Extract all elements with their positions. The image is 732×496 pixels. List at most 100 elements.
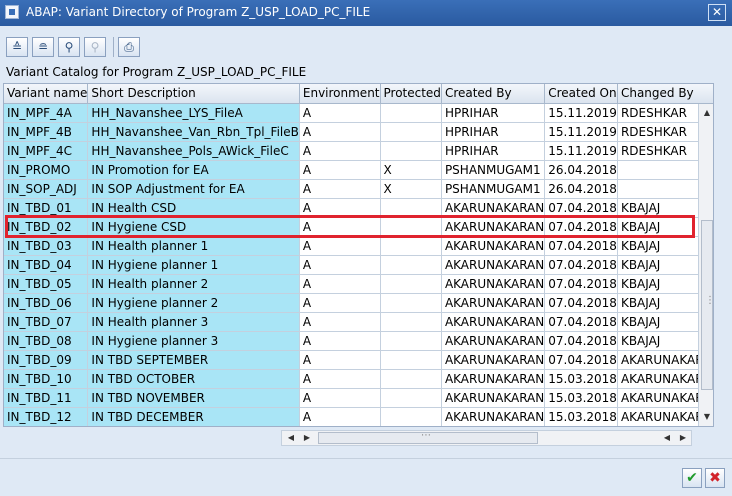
col-header-short-description[interactable]: Short Description	[87, 84, 300, 104]
cell-created-by[interactable]: HPRIHAR	[441, 141, 546, 161]
filter-icon[interactable]: ≘	[32, 37, 54, 57]
cell-created-on[interactable]: 07.04.2018	[544, 312, 618, 332]
table-row[interactable]: IN_TBD_09 IN TBD SEPTEMBER A AKARUNAKARAN 07…	[4, 350, 713, 370]
cell-created-on[interactable]: 15.11.2019	[544, 103, 618, 123]
table-row[interactable]: IN_TBD_03 IN Health planner 1 A AKARUNAKARA…	[4, 236, 713, 256]
table-row[interactable]: IN_MPF_4B HH_Navanshee_Van_Rbn_Tpl_FileB A…	[4, 122, 713, 142]
table-row[interactable]: IN_TBD_08 IN Hygiene planner 3 A AKARUNAKAR…	[4, 331, 713, 351]
cell-short-description[interactable]: IN Hygiene planner 1	[87, 255, 300, 275]
cell-short-description[interactable]: IN TBD SEPTEMBER	[87, 350, 300, 370]
cell-created-by[interactable]: HPRIHAR	[441, 122, 546, 142]
cell-protected[interactable]	[380, 122, 442, 142]
cell-protected[interactable]	[380, 293, 442, 313]
cell-variant-name[interactable]: IN_TBD_04	[4, 255, 89, 275]
cell-created-on[interactable]: 07.04.2018	[544, 217, 618, 237]
cell-short-description[interactable]: IN Hygiene planner 3	[87, 331, 300, 351]
cell-created-by[interactable]: AKARUNAKARAN	[441, 350, 546, 370]
cell-variant-name[interactable]: IN_PROMO	[4, 160, 89, 180]
cell-short-description[interactable]: IN TBD OCTOBER	[87, 369, 300, 389]
cell-short-description[interactable]: IN TBD DECEMBER	[87, 407, 300, 426]
cell-variant-name[interactable]: IN_MPF_4A	[4, 103, 89, 123]
cell-environment[interactable]: A	[299, 388, 381, 408]
horizontal-scrollbar[interactable]: ◀ ▶ ◀ ▶	[281, 430, 692, 446]
cell-variant-name[interactable]: IN_TBD_01	[4, 198, 89, 218]
cell-created-by[interactable]: AKARUNAKARAN	[441, 293, 546, 313]
cell-created-by[interactable]: AKARUNAKARAN	[441, 217, 546, 237]
cell-short-description[interactable]: IN TBD NOVEMBER	[87, 388, 300, 408]
table-row[interactable]: IN_TBD_06 IN Hygiene planner 2 A AKARUNAKAR…	[4, 293, 713, 313]
cell-created-on[interactable]: 07.04.2018	[544, 274, 618, 294]
cell-protected[interactable]	[380, 217, 442, 237]
ok-check-icon[interactable]: ✔	[682, 468, 702, 488]
horizontal-scroll-thumb[interactable]	[318, 430, 538, 444]
cell-created-by[interactable]: AKARUNAKARAN	[441, 198, 546, 218]
cell-short-description[interactable]: IN Health CSD	[87, 198, 300, 218]
table-row[interactable]: IN_PROMO IN Promotion for EA A X PSHANMUGAM1…	[4, 160, 713, 180]
cell-variant-name[interactable]: IN_TBD_03	[4, 236, 89, 256]
cell-variant-name[interactable]: IN_TBD_08	[4, 331, 89, 351]
find-icon[interactable]: ⚲	[58, 37, 80, 57]
cell-environment[interactable]: A	[299, 293, 381, 313]
scroll-right-step-icon[interactable]: ▶	[300, 431, 314, 445]
table-row[interactable]: IN_TBD_02 IN Hygiene CSD A AKARUNAKARAN 07.0…	[4, 217, 713, 237]
cell-environment[interactable]: A	[299, 179, 381, 199]
cell-created-on[interactable]: 15.03.2018	[544, 369, 618, 389]
cell-created-on[interactable]: 07.04.2018	[544, 350, 618, 370]
cell-environment[interactable]: A	[299, 160, 381, 180]
cell-created-on[interactable]: 07.04.2018	[544, 331, 618, 351]
table-row[interactable]: IN_TBD_05 IN Health planner 2 A AKARUNAKARA…	[4, 274, 713, 294]
cancel-icon[interactable]: ✖	[705, 468, 725, 488]
cell-created-by[interactable]: AKARUNAKARAN	[441, 388, 546, 408]
cell-short-description[interactable]: IN Health planner 3	[87, 312, 300, 332]
cell-variant-name[interactable]: IN_TBD_11	[4, 388, 89, 408]
cell-environment[interactable]: A	[299, 198, 381, 218]
cell-protected[interactable]: X	[380, 179, 442, 199]
cell-created-by[interactable]: PSHANMUGAM1	[441, 160, 546, 180]
cell-created-by[interactable]: AKARUNAKARAN	[441, 255, 546, 275]
cell-short-description[interactable]: IN Health planner 1	[87, 236, 300, 256]
table-row[interactable]: IN_TBD_10 IN TBD OCTOBER A AKARUNAKARAN 15.0…	[4, 369, 713, 389]
scroll-left-end-icon[interactable]: ◀	[660, 431, 674, 445]
vertical-scroll-thumb[interactable]	[701, 220, 713, 390]
cell-created-by[interactable]: AKARUNAKARAN	[441, 369, 546, 389]
cell-protected[interactable]	[380, 236, 442, 256]
cell-environment[interactable]: A	[299, 369, 381, 389]
cell-created-on[interactable]: 15.03.2018	[544, 407, 618, 426]
cell-variant-name[interactable]: IN_TBD_10	[4, 369, 89, 389]
col-header-protected[interactable]: Protected	[380, 84, 442, 104]
cell-created-by[interactable]: HPRIHAR	[441, 103, 546, 123]
scroll-down-icon[interactable]: ▼	[700, 410, 713, 424]
cell-protected[interactable]	[380, 274, 442, 294]
cell-short-description[interactable]: HH_Navanshee_Van_Rbn_Tpl_FileB	[87, 122, 300, 142]
cell-variant-name[interactable]: IN_TBD_12	[4, 407, 89, 426]
scroll-right-icon[interactable]: ▶	[676, 431, 690, 445]
cell-environment[interactable]: A	[299, 122, 381, 142]
col-header-environment[interactable]: Environment	[299, 84, 381, 104]
cell-variant-name[interactable]: IN_TBD_07	[4, 312, 89, 332]
cell-short-description[interactable]: HH_Navanshee_Pols_AWick_FileC	[87, 141, 300, 161]
cell-created-on[interactable]: 07.04.2018	[544, 236, 618, 256]
table-row[interactable]: IN_TBD_11 IN TBD NOVEMBER A AKARUNAKARAN 15.…	[4, 388, 713, 408]
scroll-up-icon[interactable]: ▲	[700, 106, 713, 120]
cell-environment[interactable]: A	[299, 312, 381, 332]
cell-protected[interactable]	[380, 103, 442, 123]
print-icon[interactable]: ⎙	[118, 37, 140, 57]
cell-environment[interactable]: A	[299, 236, 381, 256]
cell-short-description[interactable]: HH_Navanshee_LYS_FileA	[87, 103, 300, 123]
cell-environment[interactable]: A	[299, 255, 381, 275]
cell-created-by[interactable]: AKARUNAKARAN	[441, 236, 546, 256]
cell-created-on[interactable]: 07.04.2018	[544, 198, 618, 218]
cell-created-on[interactable]: 15.11.2019	[544, 122, 618, 142]
col-header-variant-name[interactable]: Variant name	[4, 84, 89, 104]
cell-variant-name[interactable]: IN_TBD_06	[4, 293, 89, 313]
cell-variant-name[interactable]: IN_TBD_05	[4, 274, 89, 294]
cell-environment[interactable]: A	[299, 331, 381, 351]
cell-short-description[interactable]: IN Health planner 2	[87, 274, 300, 294]
cell-protected[interactable]	[380, 369, 442, 389]
cell-environment[interactable]: A	[299, 217, 381, 237]
table-row[interactable]: IN_MPF_4A HH_Navanshee_LYS_FileA A HPRIHAR 1…	[4, 103, 713, 123]
cell-short-description[interactable]: IN Hygiene CSD	[87, 217, 300, 237]
cell-protected[interactable]	[380, 388, 442, 408]
cell-created-on[interactable]: 07.04.2018	[544, 293, 618, 313]
cell-short-description[interactable]: IN Promotion for EA	[87, 160, 300, 180]
